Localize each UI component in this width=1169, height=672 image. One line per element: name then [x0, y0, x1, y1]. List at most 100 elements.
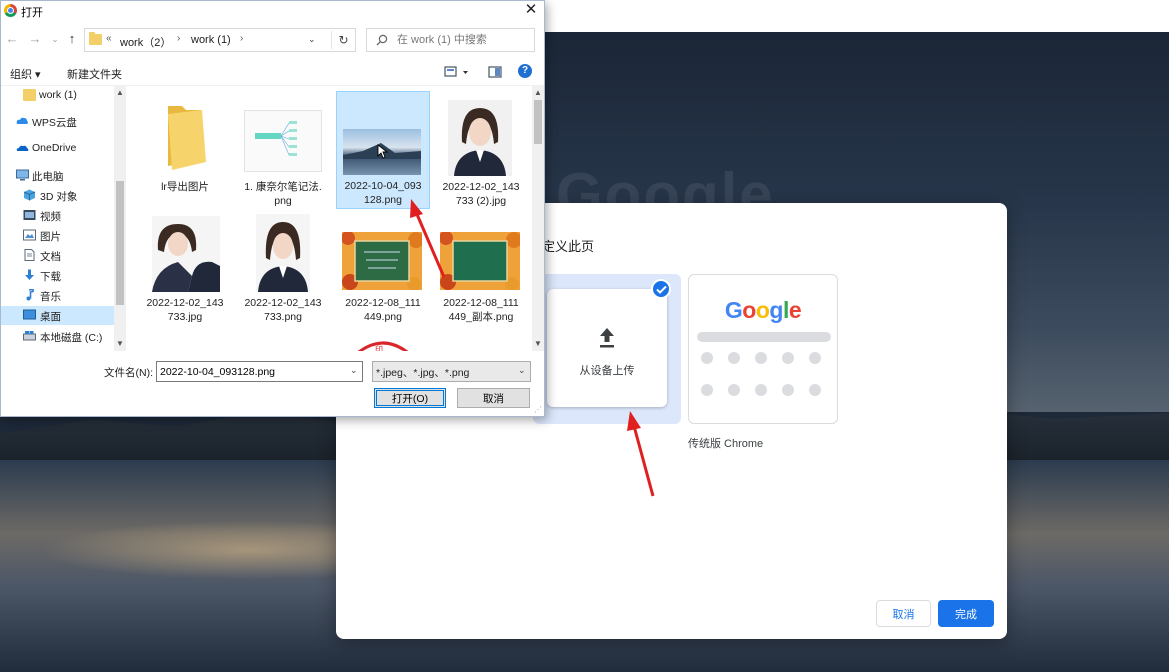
filename-label: 文件名(N):	[104, 367, 153, 379]
file-open-dialog: 打开 ✕ ← → ⌄ ↑ « work（2） › work (1) › ⌄ ↻ …	[0, 0, 545, 417]
file-list[interactable]: lr导出图片 1. 康奈尔笔记法. png 2022-10-04_093 128…	[128, 86, 532, 351]
nav-item-this-pc[interactable]: 此电脑	[1, 166, 114, 185]
nav-item-desktop[interactable]: 桌面	[1, 306, 114, 325]
search-input[interactable]	[397, 32, 531, 48]
breadcrumb-separator: ›	[240, 33, 244, 44]
picture-icon	[23, 229, 36, 241]
filename-dropdown-chevron-icon[interactable]: ⌄	[350, 365, 358, 376]
address-overflow[interactable]: «	[106, 33, 112, 44]
dialog-title: 打开	[21, 7, 43, 19]
classic-chrome-card[interactable]: Google	[688, 274, 838, 424]
address-bar[interactable]: « work（2） › work (1) › ⌄ ↻	[84, 28, 356, 52]
back-arrow-icon[interactable]: ←	[5, 31, 19, 46]
open-button[interactable]: 打开(O)	[374, 388, 446, 408]
selected-check-icon	[651, 279, 671, 299]
preview-pane-icon[interactable]	[488, 65, 502, 79]
scroll-down-arrow-icon[interactable]: ▼	[532, 339, 544, 348]
file-name: 2022-10-04_093	[344, 180, 422, 192]
nav-item-local-disk-c[interactable]: 本地磁盘 (C:)	[1, 327, 114, 346]
nav-item-work-1[interactable]: work (1)	[1, 86, 114, 105]
nav-item-documents[interactable]: 文档	[1, 246, 114, 265]
file-item-cornell-notes[interactable]: 1. 康奈尔笔记法. png	[236, 92, 330, 210]
dialog-title-bar[interactable]: 打开 ✕	[1, 1, 544, 21]
navigation-scroll-thumb[interactable]	[116, 181, 124, 305]
drive-icon	[23, 331, 36, 341]
nav-item-label: 本地磁盘 (C:)	[40, 332, 103, 344]
file-item-2022-12-02-143733-png[interactable]: 2022-12-02_143 733.png	[236, 212, 330, 330]
help-icon[interactable]: ?	[518, 64, 532, 78]
up-arrow-icon[interactable]: ↑	[65, 31, 79, 46]
customize-dialog-title: 定义此页	[542, 239, 595, 254]
filetype-select[interactable]: *.jpeg、*.jpg、*.png ⌄	[372, 361, 531, 382]
upload-option-selected[interactable]: 从设备上传	[533, 274, 681, 424]
dialog-cancel-button[interactable]: 取消	[457, 388, 530, 408]
navigation-pane[interactable]: work (1) WPS云盘 OneDrive 此电脑 3D 对象 视频 图片	[1, 86, 114, 351]
nav-item-label: work (1)	[39, 89, 77, 101]
scroll-up-arrow-icon[interactable]: ▲	[532, 88, 544, 97]
file-item-2022-12-02-143733-jpg[interactable]: 2022-12-02_143 733.jpg	[138, 212, 232, 330]
upload-icon	[600, 328, 614, 348]
mindmap-thumbnail	[244, 110, 322, 172]
mouse-cursor-icon	[377, 144, 388, 159]
file-name: 2022-12-08_111	[443, 297, 519, 309]
document-icon	[24, 249, 35, 261]
file-item-lr-export-folder[interactable]: lr导出图片	[138, 92, 232, 210]
upload-from-device-card[interactable]: 从设备上传	[547, 289, 667, 407]
nav-item-3d-objects[interactable]: 3D 对象	[1, 186, 114, 205]
file-item-2022-12-08-111449-png[interactable]: 2022-12-08_111 449.png	[336, 212, 430, 330]
google-logo-letter: o	[742, 297, 756, 323]
nav-item-label: 桌面	[40, 311, 61, 323]
breadcrumb-work-2[interactable]: work（2）	[120, 34, 171, 50]
navigation-scrollbar[interactable]: ▲ ▼	[114, 86, 126, 351]
filetype-value: *.jpeg、*.jpg、*.png	[376, 367, 470, 379]
cube-icon	[23, 189, 36, 201]
close-button[interactable]: ✕	[517, 1, 545, 21]
address-dropdown-chevron-icon[interactable]: ⌄	[308, 34, 316, 45]
file-item-seal-image[interactable]: 印	[336, 332, 430, 351]
file-list-scrollbar[interactable]: ▲ ▼	[532, 86, 544, 351]
forward-arrow-icon[interactable]: →	[28, 31, 42, 46]
nav-item-label: 文档	[40, 251, 61, 263]
resize-grip-icon[interactable]: ⋰	[534, 405, 542, 414]
file-item-2022-12-08-111449-copy-png[interactable]: 2022-12-08_111 449_副本.png	[434, 212, 528, 330]
organize-button[interactable]: 组织 ▾	[10, 66, 41, 82]
filename-input[interactable]	[160, 364, 345, 379]
nav-item-label: 图片	[40, 231, 61, 243]
file-name-extension: 449.png	[364, 311, 402, 323]
nav-item-wps-cloud[interactable]: WPS云盘	[1, 112, 114, 131]
folder-icon	[89, 32, 102, 45]
file-name: lr导出图片	[161, 181, 209, 193]
nav-item-downloads[interactable]: 下载	[1, 266, 114, 285]
file-item-2022-10-04-093128-selected[interactable]: 2022-10-04_093 128.png	[336, 91, 430, 209]
view-options-icon[interactable]	[444, 65, 472, 79]
nav-item-music[interactable]: 音乐	[1, 286, 114, 305]
breadcrumb-work-1[interactable]: work (1)	[191, 34, 231, 46]
nav-item-label: 3D 对象	[40, 191, 78, 203]
nav-item-pictures[interactable]: 图片	[1, 226, 114, 245]
nav-item-label: 音乐	[40, 291, 61, 303]
nav-item-onedrive[interactable]: OneDrive	[1, 139, 114, 158]
nav-item-label: WPS云盘	[32, 117, 77, 129]
new-folder-button[interactable]: 新建文件夹	[67, 66, 122, 82]
nav-item-label: 视频	[40, 211, 61, 223]
file-name: 1. 康奈尔笔记法.	[244, 181, 322, 193]
folder-icon	[23, 89, 36, 101]
filetype-dropdown-chevron-icon[interactable]: ⌄	[518, 365, 526, 376]
google-logo-letter: o	[755, 297, 770, 323]
file-name-extension: png	[274, 195, 292, 207]
refresh-icon[interactable]: ↻	[331, 31, 355, 49]
customize-cancel-button[interactable]: 取消	[876, 600, 931, 627]
filename-combobox[interactable]: ⌄	[156, 361, 363, 382]
file-item-2022-12-02-143733-2-jpg[interactable]: 2022-12-02_143 733 (2).jpg	[434, 92, 528, 210]
classic-google-logo: Google	[689, 297, 837, 324]
search-box[interactable]	[366, 28, 535, 52]
scroll-up-arrow-icon[interactable]: ▲	[114, 88, 126, 97]
scroll-down-arrow-icon[interactable]: ▼	[114, 339, 126, 348]
customize-done-button[interactable]: 完成	[938, 600, 994, 627]
classic-chrome-label: 传统版 Chrome	[688, 438, 764, 450]
file-list-scroll-thumb[interactable]	[534, 100, 542, 144]
upload-from-device-label: 从设备上传	[579, 365, 635, 377]
file-name: 2022-12-08_111	[345, 297, 421, 309]
recent-locations-chevron-icon[interactable]: ⌄	[48, 34, 62, 45]
nav-item-videos[interactable]: 视频	[1, 206, 114, 225]
